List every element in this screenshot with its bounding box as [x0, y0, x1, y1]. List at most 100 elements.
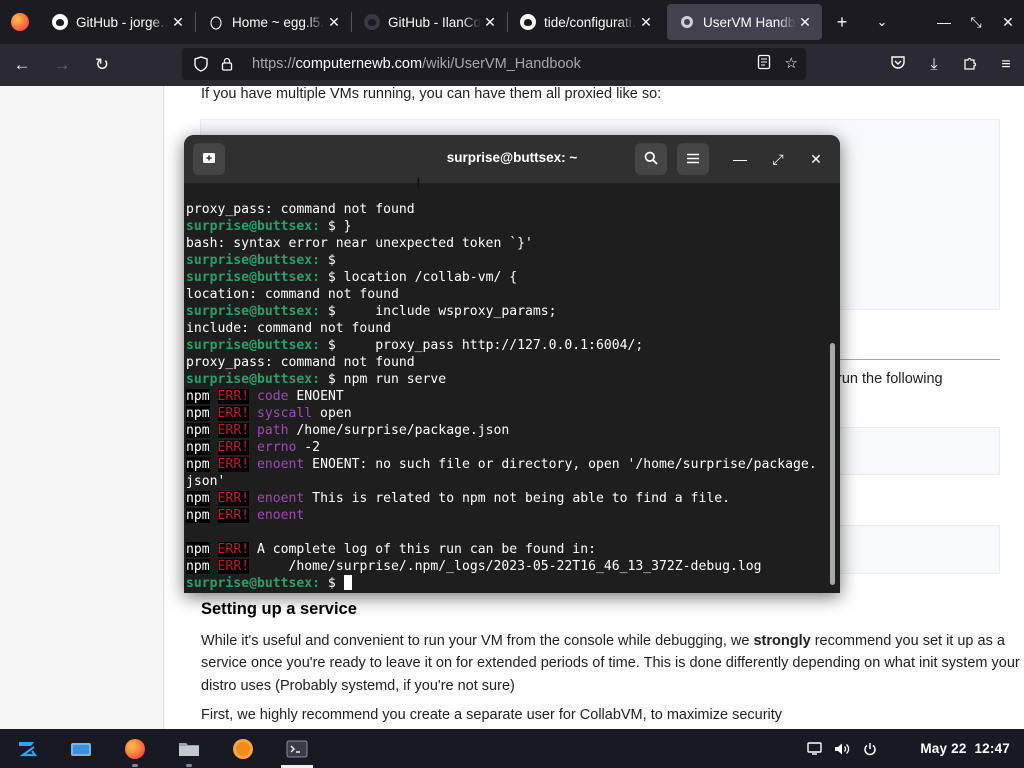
- hamburger-menu-icon: [687, 151, 699, 167]
- pocket-button[interactable]: [880, 49, 916, 81]
- npm-tag: npm: [186, 406, 210, 421]
- screen-icon[interactable]: [800, 742, 828, 755]
- github-icon: [52, 14, 68, 30]
- files-launcher[interactable]: [162, 729, 216, 768]
- terminal-command: }: [335, 219, 352, 234]
- github-icon: [520, 14, 536, 30]
- terminal-prompt: surprise@buttsex:: [186, 576, 321, 591]
- terminal-scrollbar[interactable]: [830, 343, 835, 585]
- url-bar[interactable]: https://computernewb.com/wiki/UserVM_Han…: [182, 48, 806, 80]
- err-tag: ERR!: [217, 508, 250, 523]
- npm-error-text: -2: [296, 440, 321, 455]
- section-heading: Setting up a service: [201, 600, 357, 618]
- tab-4[interactable]: UserVM Handbo… ✕: [667, 4, 822, 40]
- maximize-button[interactable]: ⤢: [762, 143, 794, 175]
- url-text[interactable]: https://computernewb.com/wiki/UserVM_Han…: [252, 56, 757, 72]
- github-icon: [364, 14, 380, 30]
- service-paragraph-line: distro uses (Probably systemd, if you're…: [201, 678, 515, 694]
- new-tab-button[interactable]: [193, 143, 225, 175]
- folder-icon: [179, 742, 199, 756]
- reload-button[interactable]: ↻: [84, 49, 120, 81]
- downloads-button[interactable]: ⤓: [916, 49, 952, 81]
- terminal-line: surprise@buttsex: $ }: [186, 218, 831, 235]
- err-tag: ERR!: [217, 406, 250, 421]
- err-tag: ERR!: [217, 440, 250, 455]
- tab-0[interactable]: GitHub - jorge… ✕: [40, 4, 195, 40]
- err-tag: ERR!: [217, 491, 250, 506]
- restore-window-button[interactable]: ⤡: [960, 0, 992, 44]
- firefox-view-button[interactable]: [0, 0, 40, 44]
- search-button[interactable]: [635, 143, 667, 175]
- volume-icon[interactable]: [828, 742, 856, 756]
- reader-view-icon[interactable]: [757, 54, 771, 74]
- extensions-button[interactable]: [952, 49, 988, 81]
- close-tab-icon[interactable]: ✕: [169, 13, 187, 31]
- close-button[interactable]: ✕: [800, 143, 832, 175]
- new-tab-button[interactable]: +: [822, 0, 862, 44]
- firefox-launcher[interactable]: [108, 729, 162, 768]
- service-paragraph-line: service once you're ready to leave it on…: [201, 655, 1020, 671]
- firefox-icon: [125, 738, 145, 759]
- lock-icon[interactable]: [216, 57, 238, 71]
- system-tray[interactable]: May 22 12:47: [800, 741, 1024, 756]
- url-scheme: https://: [252, 56, 296, 72]
- terminal-prompt: surprise@buttsex:: [186, 372, 321, 387]
- zorin-menu-icon: [19, 741, 38, 756]
- npm-tag: npm: [186, 559, 210, 574]
- prompt-symbol: $: [320, 304, 336, 319]
- terminal-line: json': [186, 473, 831, 490]
- clock[interactable]: May 22 12:47: [920, 741, 1010, 756]
- terminal-prompt: surprise@buttsex:: [186, 219, 321, 234]
- egg-icon: [208, 14, 224, 30]
- npm-error-text: A complete log of this run can be found …: [256, 542, 596, 557]
- power-icon[interactable]: [856, 742, 884, 756]
- bookmark-star-icon[interactable]: ☆: [785, 54, 798, 74]
- forward-button[interactable]: →: [44, 49, 80, 81]
- prompt-symbol: $: [320, 253, 336, 268]
- terminal-line: npm ERR! enoent This is related to npm n…: [186, 490, 831, 507]
- wiki-icon: [679, 14, 695, 30]
- terminal-menu-button[interactable]: [677, 143, 709, 175]
- terminal-output[interactable]: proxy_pass: command not found surprise@bu…: [186, 201, 831, 593]
- close-window-button[interactable]: ✕: [992, 0, 1024, 44]
- terminal-line: npm ERR! errno -2: [186, 439, 831, 456]
- terminal-line: npm ERR! path /home/surprise/package.jso…: [186, 422, 831, 439]
- app-menu-button[interactable]: ≡: [988, 49, 1024, 81]
- npm-tag: npm: [186, 508, 210, 523]
- list-all-tabs-button[interactable]: ⌄: [862, 0, 902, 44]
- terminal-line: npm ERR! enoent ENOENT: no such file or …: [186, 456, 831, 473]
- minimize-button[interactable]: —: [724, 143, 756, 175]
- wiki-sidebar: [0, 86, 164, 729]
- terminal-window[interactable]: surprise@buttsex: ~ — ⤢ ✕ proxy_pass: co…: [184, 135, 840, 593]
- zorin-menu-button[interactable]: [0, 729, 54, 768]
- terminal-launcher[interactable]: [270, 729, 324, 768]
- tab-1[interactable]: Home ~ egg.l5.ca ✕: [196, 4, 351, 40]
- ubuntu-software-icon: [233, 738, 253, 759]
- minimize-window-button[interactable]: —: [928, 0, 960, 44]
- close-tab-icon[interactable]: ✕: [325, 13, 343, 31]
- npm-error-text: /home/surprise/package.json: [288, 423, 510, 438]
- hamburger-menu-icon: ≡: [1001, 56, 1011, 73]
- workspaces-button[interactable]: [54, 729, 108, 768]
- tab-3[interactable]: tide/configurati… ✕: [508, 4, 663, 40]
- back-button[interactable]: ←: [4, 49, 40, 81]
- close-tab-icon[interactable]: ✕: [637, 13, 655, 31]
- terminal-output-text: proxy_pass: command not found: [186, 355, 415, 370]
- close-tab-icon[interactable]: ✕: [481, 13, 499, 31]
- search-icon: [644, 151, 658, 168]
- err-tag: ERR!: [217, 423, 250, 438]
- tab-2[interactable]: GitHub - IlanCo… ✕: [352, 4, 507, 40]
- plus-icon: +: [836, 11, 848, 32]
- shield-icon[interactable]: [190, 56, 212, 72]
- npm-error-text: open: [312, 406, 352, 421]
- close-tab-icon[interactable]: ✕: [796, 13, 814, 31]
- terminal-titlebar[interactable]: surprise@buttsex: ~ — ⤢ ✕: [184, 135, 840, 183]
- software-launcher[interactable]: [216, 729, 270, 768]
